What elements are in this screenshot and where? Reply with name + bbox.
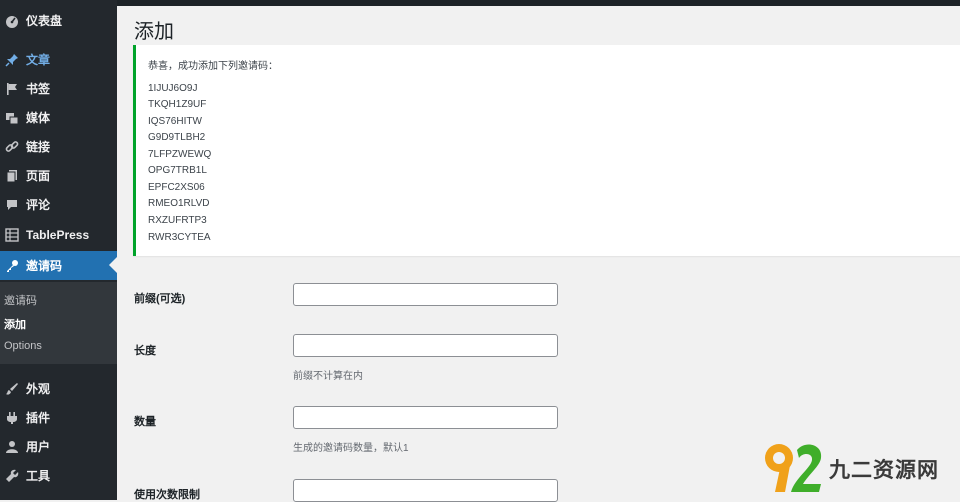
- sidebar-item-pages[interactable]: 页面: [0, 161, 117, 190]
- admin-sidebar: 仪表盘 文章 书签 媒体 链接 页面 评论 TablePress 邀请码 邀请码…: [0, 0, 117, 500]
- sidebar-item-label: 书签: [26, 82, 51, 96]
- watermark-text: 九二资源网: [829, 459, 939, 482]
- page-icon: [4, 168, 20, 184]
- active-indicator: [109, 257, 117, 273]
- invite-code: RMEO1RLVD: [148, 198, 210, 209]
- count-input[interactable]: [293, 406, 558, 429]
- sidebar-item-label: 页面: [26, 169, 51, 183]
- invite-code: G9D9TLBH2: [148, 132, 206, 143]
- submenu: 邀请码 添加 Options: [0, 282, 117, 364]
- success-notice: 恭喜，成功添加下列邀请码： 1IJUJ6O9J TKQH1Z9UF IQS76H…: [133, 45, 960, 256]
- page-title: 添加: [134, 21, 174, 43]
- link-icon: [4, 139, 20, 155]
- invite-code: IQS76HITW: [148, 116, 202, 127]
- sidebar-item-label: 评论: [26, 198, 51, 212]
- sidebar-item-label: 邀请码: [26, 259, 63, 273]
- sidebar-item-media[interactable]: 媒体: [0, 103, 117, 132]
- sidebar-item-label: 文章: [26, 53, 51, 67]
- submenu-item-invite-codes[interactable]: 邀请码: [4, 292, 37, 308]
- sidebar-item-tablepress[interactable]: TablePress: [0, 220, 117, 249]
- plugin-icon: [4, 410, 20, 426]
- invite-code: TKQH1Z9UF: [148, 99, 207, 110]
- sidebar-item-appearance[interactable]: 外观: [0, 374, 117, 403]
- notice-message: 恭喜，成功添加下列邀请码：: [148, 61, 278, 72]
- sidebar-item-label: 外观: [26, 382, 51, 396]
- flag-icon: [4, 81, 20, 97]
- sidebar-item-comments[interactable]: 评论: [0, 190, 117, 219]
- submenu-item-options[interactable]: Options: [4, 340, 42, 352]
- sidebar-item-label: 工具: [26, 469, 51, 483]
- sidebar-item-tools[interactable]: 工具: [0, 461, 117, 490]
- sidebar-item-label: 链接: [26, 140, 51, 154]
- length-label: 长度: [134, 345, 156, 357]
- invite-code: OPG7TRB1L: [148, 165, 207, 176]
- invite-code: 1IJUJ6O9J: [148, 83, 198, 94]
- sidebar-item-dashboard[interactable]: 仪表盘: [0, 6, 117, 35]
- sidebar-item-label: 仪表盘: [26, 14, 63, 28]
- sidebar-item-links[interactable]: 链接: [0, 132, 117, 161]
- invite-code: EPFC2XS06: [148, 182, 205, 193]
- key-icon: [4, 258, 20, 274]
- wrench-icon: [4, 468, 20, 484]
- sidebar-item-plugins[interactable]: 插件: [0, 403, 117, 432]
- comment-icon: [4, 197, 20, 213]
- user-icon: [4, 439, 20, 455]
- length-input[interactable]: [293, 334, 558, 357]
- sidebar-item-label: 媒体: [26, 111, 51, 125]
- invite-code: RWR3CYTEA: [148, 232, 211, 243]
- invite-code: RXZUFRTP3: [148, 215, 207, 226]
- length-description: 前缀不计算在内: [293, 371, 363, 382]
- sidebar-item-bookmarks[interactable]: 书签: [0, 74, 117, 103]
- sidebar-item-posts[interactable]: 文章: [0, 45, 117, 74]
- sidebar-item-label: 插件: [26, 411, 51, 425]
- submenu-item-add[interactable]: 添加: [4, 316, 26, 332]
- prefix-label: 前缀(可选): [134, 293, 186, 305]
- sidebar-item-label: 用户: [26, 440, 51, 454]
- count-description: 生成的邀请码数量，默认1: [293, 443, 409, 454]
- dashboard-icon: [4, 13, 20, 29]
- usage-limit-input[interactable]: [293, 479, 558, 502]
- table-icon: [4, 227, 20, 243]
- pin-icon: [4, 52, 20, 68]
- prefix-input[interactable]: [293, 283, 558, 306]
- sidebar-item-users[interactable]: 用户: [0, 432, 117, 461]
- media-icon: [4, 110, 20, 126]
- invite-code: 7LFPZWEWQ: [148, 149, 212, 160]
- brush-icon: [4, 381, 20, 397]
- sidebar-item-label: TablePress: [26, 227, 90, 242]
- count-label: 数量: [134, 416, 156, 428]
- watermark-92-icon: [765, 444, 822, 492]
- admin-top-bar: [0, 0, 960, 6]
- sidebar-item-invite-codes[interactable]: 邀请码: [0, 251, 117, 280]
